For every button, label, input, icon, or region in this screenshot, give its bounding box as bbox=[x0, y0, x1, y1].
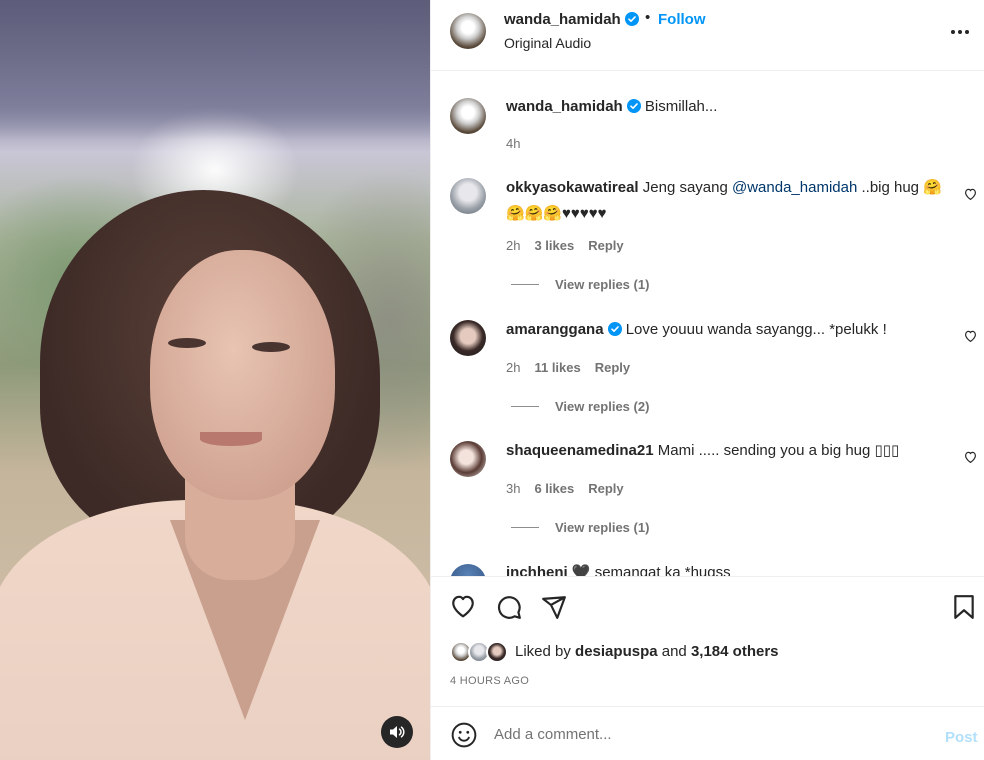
comment-likes[interactable]: 11 likes bbox=[534, 360, 580, 375]
comment-like-heart-icon[interactable] bbox=[964, 188, 977, 200]
post-actions-bar: Liked by desiapuspa and 3,184 others 4 H… bbox=[431, 576, 984, 706]
audio-toggle-button[interactable] bbox=[381, 716, 413, 748]
comment-input[interactable] bbox=[494, 721, 914, 747]
audio-label[interactable]: Original Audio bbox=[504, 35, 591, 51]
comment-meta: 3h 6 likes Reply bbox=[506, 481, 638, 496]
caption-body: Bismillah... bbox=[644, 98, 718, 115]
author-name-block: wanda_hamidah bbox=[504, 11, 639, 29]
verified-badge-icon bbox=[624, 12, 639, 26]
post-header: wanda_hamidah • Follow Original Audio bbox=[431, 0, 984, 71]
comment-avatar[interactable] bbox=[450, 320, 486, 356]
comment-like-heart-icon[interactable] bbox=[964, 451, 977, 463]
like-button[interactable] bbox=[450, 594, 476, 623]
comment-username[interactable]: amaranggana bbox=[506, 321, 604, 338]
comment-text: shaqueenamedina21 Mami ..... sending you… bbox=[506, 438, 946, 464]
post-timestamp[interactable]: 4 HOURS AGO bbox=[450, 675, 529, 687]
comment-button[interactable] bbox=[496, 594, 522, 625]
comment-reply-button[interactable]: Reply bbox=[588, 238, 623, 253]
view-replies-line bbox=[511, 527, 539, 528]
liked-by-text: Liked by desiapuspa and 3,184 others bbox=[515, 643, 779, 660]
comment-icon bbox=[498, 596, 521, 619]
caption-avatar[interactable] bbox=[450, 98, 486, 134]
save-button[interactable] bbox=[953, 594, 975, 625]
liked-by-prefix: Liked by bbox=[515, 643, 576, 660]
audio-icon bbox=[390, 726, 405, 738]
media-subject-face bbox=[150, 250, 335, 500]
comment-body: Love youuu wanda sayangg... *pelukk ! bbox=[625, 321, 887, 338]
author-username[interactable]: wanda_hamidah bbox=[504, 11, 621, 28]
comment-body: Mami ..... sending you a big hug ▯▯▯ bbox=[657, 442, 900, 459]
media-subject-eye-right bbox=[252, 342, 290, 352]
comment-text: inchheni 🖤 semangat ka *hugss bbox=[506, 560, 946, 576]
comment-avatar[interactable] bbox=[450, 564, 486, 576]
media-subject-eye-left bbox=[168, 338, 206, 348]
comment-avatar[interactable] bbox=[450, 441, 486, 477]
view-replies-line bbox=[511, 406, 539, 407]
comment-likes[interactable]: 6 likes bbox=[534, 481, 574, 496]
emoji-button[interactable] bbox=[451, 722, 477, 753]
view-replies-button[interactable]: View replies (2) bbox=[511, 399, 649, 414]
view-replies-line bbox=[511, 284, 539, 285]
liked-by-user[interactable]: desiapuspa bbox=[575, 643, 658, 660]
caption-text: wanda_hamidah Bismillah... bbox=[506, 94, 946, 120]
comment-time: 2h bbox=[506, 360, 521, 375]
add-comment-bar: Post bbox=[431, 706, 984, 760]
view-replies-button[interactable]: View replies (1) bbox=[511, 277, 649, 292]
media-background-roof bbox=[0, 0, 430, 140]
more-options-button[interactable] bbox=[950, 22, 970, 40]
comment-username[interactable]: shaqueenamedina21 bbox=[506, 442, 654, 459]
comment-time: 2h bbox=[506, 238, 521, 253]
comments-list[interactable]: wanda_hamidah Bismillah... 4h okkyasokaw… bbox=[431, 72, 984, 576]
share-icon bbox=[542, 596, 566, 619]
comment-mention-link[interactable]: @wanda_hamidah bbox=[732, 179, 857, 196]
comment-meta: 2h 3 likes Reply bbox=[506, 238, 638, 253]
header-separator-dot: • bbox=[645, 9, 651, 26]
save-icon bbox=[954, 595, 974, 619]
caption-username[interactable]: wanda_hamidah bbox=[506, 98, 623, 115]
heart-icon bbox=[452, 595, 474, 618]
caption-time: 4h bbox=[506, 136, 521, 151]
author-avatar[interactable] bbox=[450, 13, 486, 49]
verified-badge-icon bbox=[607, 322, 622, 336]
view-replies-label: View replies (2) bbox=[555, 399, 650, 414]
view-replies-button[interactable]: View replies (1) bbox=[511, 520, 649, 535]
more-options-icon bbox=[951, 30, 969, 34]
comment-like-heart-icon[interactable] bbox=[964, 330, 977, 342]
verified-badge-icon bbox=[626, 99, 641, 113]
liked-by-avatar[interactable] bbox=[486, 641, 508, 663]
post-comment-button[interactable]: Post bbox=[945, 729, 978, 746]
emoji-icon bbox=[451, 722, 477, 748]
view-replies-label: View replies (1) bbox=[555, 520, 650, 535]
comment-body-before: Jeng sayang bbox=[642, 179, 732, 196]
view-replies-label: View replies (1) bbox=[555, 277, 650, 292]
follow-button[interactable]: Follow bbox=[658, 11, 706, 28]
comment-meta: 2h 11 likes Reply bbox=[506, 360, 644, 375]
comment-username[interactable]: okkyasokawatireal bbox=[506, 179, 639, 196]
comment-reply-button[interactable]: Reply bbox=[595, 360, 630, 375]
comment-avatar[interactable] bbox=[450, 178, 486, 214]
liked-by-and: and bbox=[657, 643, 691, 660]
comment-likes[interactable]: 3 likes bbox=[534, 238, 574, 253]
comment-time: 3h bbox=[506, 481, 521, 496]
post-media[interactable] bbox=[0, 0, 430, 760]
comment-username[interactable]: inchheni bbox=[506, 564, 568, 576]
comment-text: amaranggana Love youuu wanda sayangg... … bbox=[506, 317, 946, 343]
comment-reply-button[interactable]: Reply bbox=[588, 481, 623, 496]
media-subject-mouth bbox=[200, 432, 262, 446]
caption-meta: 4h bbox=[506, 136, 534, 151]
share-button[interactable] bbox=[541, 594, 567, 625]
comment-body: 🖤 semangat ka *hugss bbox=[571, 564, 731, 576]
comment-text: okkyasokawatireal Jeng sayang @wanda_ham… bbox=[506, 175, 946, 227]
liked-by-others[interactable]: 3,184 others bbox=[691, 643, 779, 660]
post-details-panel: wanda_hamidah • Follow Original Audio wa… bbox=[430, 0, 984, 760]
